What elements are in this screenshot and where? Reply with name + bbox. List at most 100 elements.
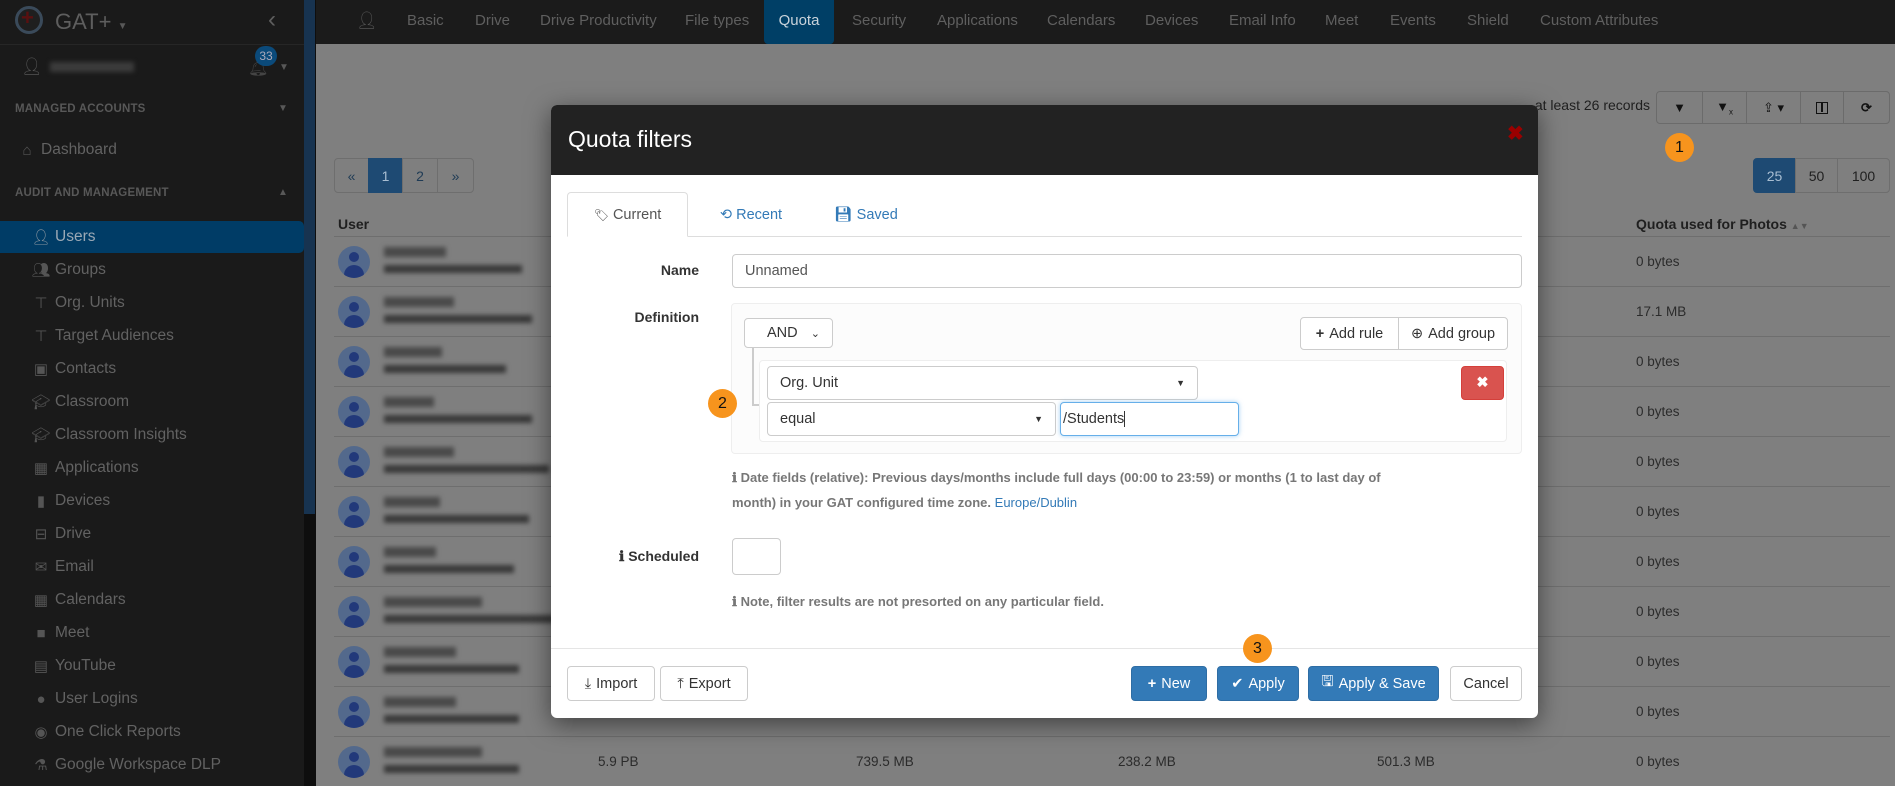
- export-button[interactable]: ⤒ Export: [660, 666, 748, 701]
- tab-applications[interactable]: Applications: [937, 0, 1018, 44]
- tab-shield[interactable]: Shield: [1467, 0, 1509, 44]
- refresh-button[interactable]: ⟳: [1843, 91, 1890, 124]
- sidebar-item-calendars[interactable]: ▦ Calendars: [0, 584, 304, 616]
- notification-badge: 33: [255, 46, 277, 66]
- rule-value: /Students: [1063, 411, 1125, 427]
- address-book-icon: ▣: [33, 361, 49, 378]
- video-camera-icon: ■: [36, 624, 46, 642]
- sidebar-item-applications[interactable]: ▦ Applications: [0, 452, 304, 484]
- apply-save-button[interactable]: 🖫︎ Apply & Save: [1308, 666, 1439, 701]
- sidebar-item-devices[interactable]: ▮ Devices: [0, 485, 304, 517]
- tab-basic[interactable]: Basic: [407, 0, 444, 44]
- scheduled-toggle[interactable]: [732, 538, 781, 575]
- sidebar-item-drive[interactable]: ⊟ Drive: [0, 518, 304, 550]
- avatar: [338, 696, 370, 728]
- account-caret-down-icon[interactable]: ▼: [279, 62, 289, 73]
- tab-recent[interactable]: ⟲ Recent: [711, 192, 791, 237]
- sidebar-item-one-click-reports[interactable]: ◉ One Click Reports: [0, 716, 304, 748]
- user-email-blurred: [384, 465, 549, 473]
- sidebar-item-label: Calendars: [55, 591, 126, 608]
- top-nav: 👤︎ Basic Drive Drive Productivity File type…: [316, 0, 1895, 44]
- sidebar-item-youtube[interactable]: ▤ YouTube: [0, 650, 304, 682]
- user-email-blurred: [384, 715, 519, 723]
- tab-quota[interactable]: Quota: [764, 0, 834, 44]
- section-toggle-caret-icon[interactable]: ▼: [278, 103, 288, 114]
- brand-menu[interactable]: GAT+ ▼: [55, 9, 127, 35]
- import-button[interactable]: ⤓ Import: [567, 666, 655, 701]
- photos-quota-cell: 0 bytes: [1636, 404, 1680, 419]
- tab-file-types[interactable]: File types: [685, 0, 749, 44]
- sidebar-item-label: Org. Units: [55, 294, 125, 311]
- sidebar-item-contacts[interactable]: ▣ Contacts: [0, 353, 304, 385]
- rule-field-value: Org. Unit: [780, 375, 839, 391]
- sidebar-item-label: Users: [55, 228, 96, 245]
- sidebar-item-user-logins[interactable]: ● User Logins: [0, 683, 304, 715]
- tab-current[interactable]: 🏷︎ Current: [567, 192, 688, 237]
- columns-button[interactable]: [1800, 91, 1844, 124]
- tab-email-info[interactable]: Email Info: [1229, 0, 1296, 44]
- tab-devices[interactable]: Devices: [1145, 0, 1198, 44]
- tab-events[interactable]: Events: [1390, 0, 1436, 44]
- quota-filters-modal: Quota filters ✖ 🏷︎ Current ⟲ Recent 💾︎ S…: [551, 105, 1538, 718]
- name-input[interactable]: Unnamed: [732, 254, 1522, 288]
- new-filter-button[interactable]: + New: [1131, 666, 1207, 701]
- column-header-photos[interactable]: Quota used for Photos ▲▼: [1636, 216, 1809, 232]
- avatar: [338, 496, 370, 528]
- add-group-button[interactable]: ⊕ Add group: [1398, 317, 1508, 350]
- tab-meet[interactable]: Meet: [1325, 0, 1358, 44]
- avatar: [338, 646, 370, 678]
- pagination-page-1[interactable]: 1: [368, 158, 403, 193]
- section-managed-accounts: MANAGED ACCOUNTS: [15, 103, 146, 115]
- sidebar-item-target-audiences[interactable]: ⊤ Target Audiences: [0, 320, 304, 352]
- export-dropdown-button[interactable]: ⇪ ▾: [1746, 91, 1801, 124]
- avatar: [338, 746, 370, 778]
- collapse-sidebar-chevron-left-icon[interactable]: ‹: [268, 6, 276, 34]
- sidebar-scrollbar[interactable]: [304, 0, 316, 786]
- definition-label: Definition: [634, 309, 699, 325]
- sidebar-item-email[interactable]: ✉ Email: [0, 551, 304, 583]
- page-size-50[interactable]: 50: [1795, 158, 1838, 193]
- delete-rule-button[interactable]: ✖: [1461, 366, 1504, 400]
- page-size-25[interactable]: 25: [1753, 158, 1796, 193]
- sidebar-item-meet[interactable]: ■ Meet: [0, 617, 304, 649]
- add-rule-button[interactable]: + Add rule: [1300, 317, 1399, 350]
- user-name-blurred: [384, 547, 436, 557]
- close-icon[interactable]: ✖: [1507, 121, 1524, 146]
- rule-value-input[interactable]: /Students: [1060, 402, 1239, 436]
- page-size-100[interactable]: 100: [1837, 158, 1890, 193]
- tab-security[interactable]: Security: [852, 0, 906, 44]
- filter-button[interactable]: ▼: [1656, 91, 1703, 124]
- tab-calendars[interactable]: Calendars: [1047, 0, 1115, 44]
- rule-field-select[interactable]: Org. Unit ▼: [767, 366, 1198, 400]
- sidebar-item-google-workspace-dlp[interactable]: ⚗ Google Workspace DLP: [0, 749, 304, 781]
- apply-button[interactable]: ✔ Apply: [1217, 666, 1299, 701]
- tab-custom-attributes[interactable]: Custom Attributes: [1540, 0, 1658, 44]
- rule-operator-select[interactable]: equal ▼: [767, 402, 1056, 436]
- tab-drive-productivity[interactable]: Drive Productivity: [540, 0, 657, 44]
- table-row[interactable]: 0 bytes 5.9 PB 739.5 MB 238.2 MB 501.3 MB: [334, 736, 1890, 786]
- pagination-next[interactable]: »: [437, 158, 474, 193]
- condition-select[interactable]: AND ⌄: [744, 318, 833, 348]
- pagination-page-2[interactable]: 2: [402, 158, 438, 193]
- modal-header: Quota filters ✖: [551, 105, 1538, 175]
- sidebar-item-users[interactable]: 👤︎ Users: [0, 221, 304, 253]
- sitemap-icon: ⊤: [34, 295, 48, 312]
- column-header-user[interactable]: User: [338, 216, 369, 232]
- sidebar-item-classroom[interactable]: 🎓︎ Classroom: [0, 386, 304, 418]
- check-icon: ✔: [1231, 675, 1244, 692]
- section-toggle-caret-icon[interactable]: ▲: [278, 187, 288, 198]
- sidebar-item-dashboard[interactable]: ⌂ Dashboard: [0, 134, 304, 166]
- button-label: New: [1161, 675, 1191, 692]
- rule-operator-value: equal: [780, 411, 816, 427]
- sidebar-item-groups[interactable]: 👥︎ Groups: [0, 254, 304, 286]
- timezone-link[interactable]: Europe/Dublin: [995, 495, 1077, 510]
- sidebar-item-classroom-insights[interactable]: 🎓︎ Classroom Insights: [0, 419, 304, 451]
- tab-drive[interactable]: Drive: [475, 0, 510, 44]
- clear-filter-button[interactable]: ▼x: [1702, 91, 1747, 124]
- floppy-disk-icon: 💾︎: [834, 207, 853, 223]
- pagination-prev[interactable]: «: [334, 158, 369, 193]
- info-circle-icon: ℹ︎: [732, 470, 737, 485]
- sidebar-item-org-units[interactable]: ⊤ Org. Units: [0, 287, 304, 319]
- cancel-button[interactable]: Cancel: [1450, 666, 1522, 701]
- tab-saved[interactable]: 💾︎ Saved: [831, 192, 901, 237]
